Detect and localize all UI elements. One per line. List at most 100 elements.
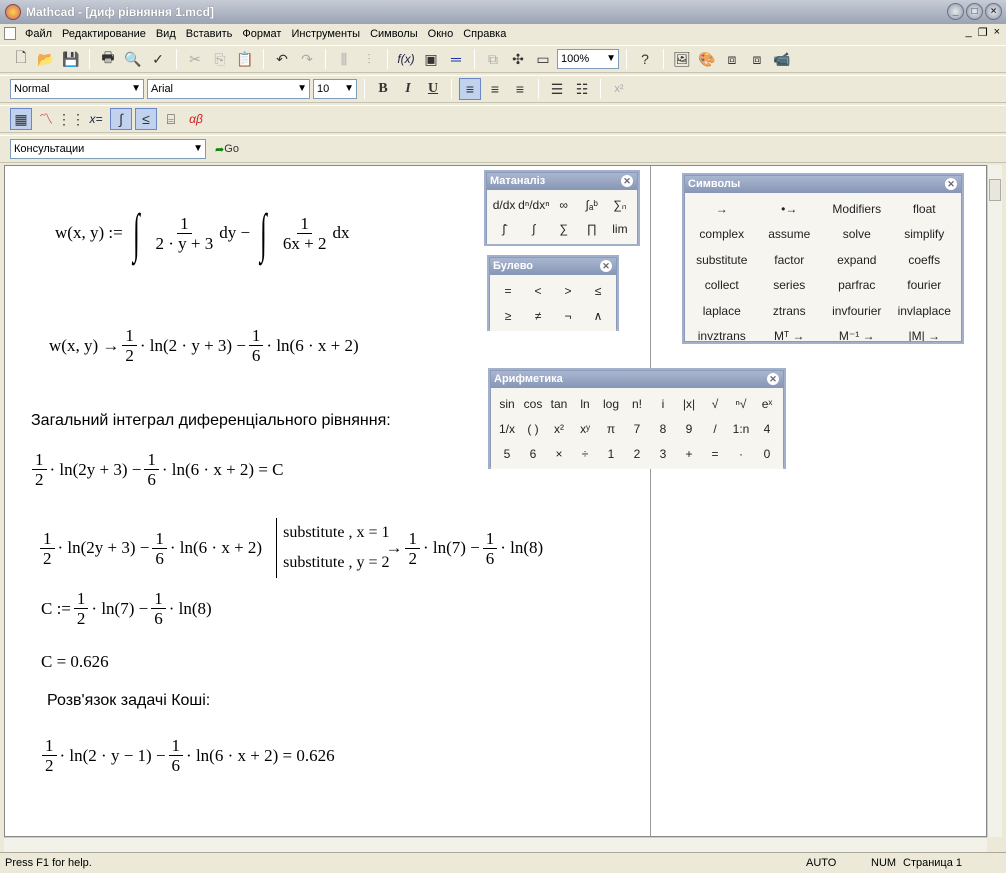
arithmetic-op-button[interactable]: ÷ xyxy=(572,441,598,466)
calculus-op-button[interactable]: ∫ₐᵇ xyxy=(578,193,606,217)
arithmetic-op-button[interactable]: sin xyxy=(494,391,520,416)
arithmetic-op-button[interactable]: 1:n xyxy=(728,416,754,441)
go-button[interactable]: ➦ Go xyxy=(209,138,245,160)
paste-icon[interactable]: 📋 xyxy=(234,48,256,70)
arithmetic-op-button[interactable]: 8 xyxy=(650,416,676,441)
underline-icon[interactable]: U xyxy=(422,78,444,100)
spellcheck-icon[interactable]: ✓ xyxy=(147,48,169,70)
calculus-op-button[interactable]: lim xyxy=(606,217,634,241)
close-button[interactable]: × xyxy=(985,3,1002,20)
graph-palette-icon[interactable]: 〽 xyxy=(35,108,57,130)
collab2-icon[interactable]: ⧈ xyxy=(746,48,768,70)
symbolic-palette[interactable]: Символы ✕ → •→ Modifiers float complex assume s… xyxy=(684,175,962,342)
symbolic-op-button[interactable]: invfourier xyxy=(823,298,891,324)
symbolic-op-button[interactable]: fourier xyxy=(891,273,959,299)
arithmetic-op-button[interactable]: i xyxy=(650,391,676,416)
doc-minimize-button[interactable]: _ xyxy=(966,26,972,39)
bold-icon[interactable]: B xyxy=(372,78,394,100)
boolean-op-button[interactable]: < xyxy=(523,278,553,303)
menu-format[interactable]: Формат xyxy=(237,28,286,40)
align-across-icon[interactable]: ⫼ xyxy=(333,48,355,70)
menu-file[interactable]: Файл xyxy=(20,28,57,40)
symbolic-op-button[interactable]: solve xyxy=(823,222,891,248)
menu-window[interactable]: Окно xyxy=(423,28,459,40)
greek-palette-icon[interactable]: αβ xyxy=(185,108,207,130)
boolean-palette-icon[interactable]: ≤ xyxy=(135,108,157,130)
symbolic-op-button[interactable]: Modifiers xyxy=(823,196,891,222)
arithmetic-op-button[interactable]: 5 xyxy=(494,441,520,466)
vertical-scrollbar[interactable] xyxy=(987,165,1002,837)
arithmetic-op-button[interactable]: π xyxy=(598,416,624,441)
symbolic-op-button[interactable]: ztrans xyxy=(756,298,824,324)
arithmetic-op-button[interactable]: 3 xyxy=(650,441,676,466)
menu-view[interactable]: Вид xyxy=(151,28,181,40)
insert-function-icon[interactable]: f(x) xyxy=(395,48,417,70)
align-down-icon[interactable]: ⫶ xyxy=(358,48,380,70)
menu-edit[interactable]: Редактирование xyxy=(57,28,151,40)
bullets-icon[interactable]: ☰ xyxy=(546,78,568,100)
arithmetic-op-button[interactable]: tan xyxy=(546,391,572,416)
arithmetic-op-button[interactable]: |x| xyxy=(676,391,702,416)
general-integral-equation[interactable]: 12 · ln(2y + 3) − 16 · ln(6 · x + 2) = C xyxy=(29,450,284,489)
symbolic-op-button[interactable]: substitute xyxy=(688,247,756,273)
arithmetic-op-button[interactable]: 1/x xyxy=(494,416,520,441)
align-left-icon[interactable]: ≡ xyxy=(459,78,481,100)
arithmetic-op-button[interactable]: n! xyxy=(624,391,650,416)
boolean-op-button[interactable]: ≤ xyxy=(583,278,613,303)
zoom-select[interactable]: 100% ▼ xyxy=(557,49,619,69)
arithmetic-op-button[interactable]: 2 xyxy=(624,441,650,466)
arithmetic-op-button[interactable]: cos xyxy=(520,391,546,416)
symbolic-op-button[interactable]: simplify xyxy=(891,222,959,248)
insert-hyperlink-icon[interactable]: ⧉ xyxy=(482,48,504,70)
symbolic-op-button[interactable]: M⁻¹ → xyxy=(823,324,891,341)
symbolic-op-button[interactable]: coeffs xyxy=(891,247,959,273)
arithmetic-op-button[interactable]: log xyxy=(598,391,624,416)
close-icon[interactable]: ✕ xyxy=(767,373,779,385)
boolean-op-button[interactable]: ≥ xyxy=(493,303,523,328)
arithmetic-op-button[interactable]: eˣ xyxy=(754,391,780,416)
calculator-palette-icon[interactable]: ▦ xyxy=(10,108,32,130)
tutorial-icon[interactable]: 🖼 xyxy=(671,48,693,70)
font-select[interactable]: Arial ▼ xyxy=(147,79,310,99)
symbolic-op-button[interactable]: series xyxy=(756,273,824,299)
boolean-op-button[interactable]: ¬ xyxy=(553,303,583,328)
heading-general-integral[interactable]: Загальний інтеграл диференціального рівн… xyxy=(31,412,391,430)
redo-icon[interactable]: ↷ xyxy=(296,48,318,70)
arithmetic-op-button[interactable]: 1 xyxy=(598,441,624,466)
arithmetic-op-button[interactable]: · xyxy=(728,441,754,466)
menu-tools[interactable]: Инструменты xyxy=(286,28,365,40)
new-icon[interactable]: 🗋 xyxy=(10,48,32,70)
close-icon[interactable]: ✕ xyxy=(621,175,633,187)
insert-component-icon[interactable]: ✣ xyxy=(507,48,529,70)
arithmetic-op-button[interactable]: √ xyxy=(702,391,728,416)
w-definition[interactable]: w(x, y) := ∫ 12 · y + 3 dy − ∫ 1 6x + 2 d… xyxy=(55,206,349,260)
calculate-icon[interactable]: ═ xyxy=(445,48,467,70)
doc-close-button[interactable]: × xyxy=(994,26,1000,39)
print-preview-icon[interactable]: 🔍 xyxy=(122,48,144,70)
arithmetic-palette[interactable]: Арифметика ✕ sin cos tan ln log n! i |x| √ ⁿ√ eˣ 1/x… xyxy=(490,370,784,469)
programming-palette-icon[interactable]: ⌸ xyxy=(160,108,182,130)
calculus-op-button[interactable]: ∏ xyxy=(578,217,606,241)
italic-icon[interactable]: I xyxy=(397,78,419,100)
w-symbolic-result[interactable]: w(x, y) → 12 · ln(2 · y + 3) − 16 · ln(6… xyxy=(49,326,359,365)
calculus-op-button[interactable]: ∫̄ xyxy=(490,217,518,241)
resource-center-icon[interactable]: ▭ xyxy=(532,48,554,70)
boolean-op-button[interactable]: = xyxy=(493,278,523,303)
horizontal-scrollbar[interactable] xyxy=(4,837,987,852)
menu-symbolics[interactable]: Символы xyxy=(365,28,423,40)
calculus-op-button[interactable]: ∫ xyxy=(518,217,549,241)
symbolic-op-button[interactable]: assume xyxy=(756,222,824,248)
calculus-op-button[interactable]: ∑ₙ xyxy=(606,193,634,217)
calculus-op-button[interactable]: ∞ xyxy=(550,193,578,217)
align-right-icon[interactable]: ≡ xyxy=(509,78,531,100)
arithmetic-op-button[interactable]: 0 xyxy=(754,441,780,466)
boolean-op-button[interactable]: > xyxy=(553,278,583,303)
numbering-icon[interactable]: ☷ xyxy=(571,78,593,100)
cut-icon[interactable]: ✂ xyxy=(184,48,206,70)
symbolic-op-button[interactable]: complex xyxy=(688,222,756,248)
symbolic-op-button[interactable]: float xyxy=(891,196,959,222)
calculus-palette[interactable]: Матаналіз ✕ d/dx dⁿ/dxⁿ ∞ ∫ₐᵇ ∑ₙ ∫̄ ∫ ∑ ∏ lim xyxy=(486,172,638,244)
calculus-op-button[interactable]: ∑ xyxy=(550,217,578,241)
boolean-palette[interactable]: Булево ✕ = < > ≤ ≥ ≠ ¬ ∧ xyxy=(489,257,617,331)
heading-cauchy-solution[interactable]: Розв'язок задачі Коші: xyxy=(47,692,210,710)
